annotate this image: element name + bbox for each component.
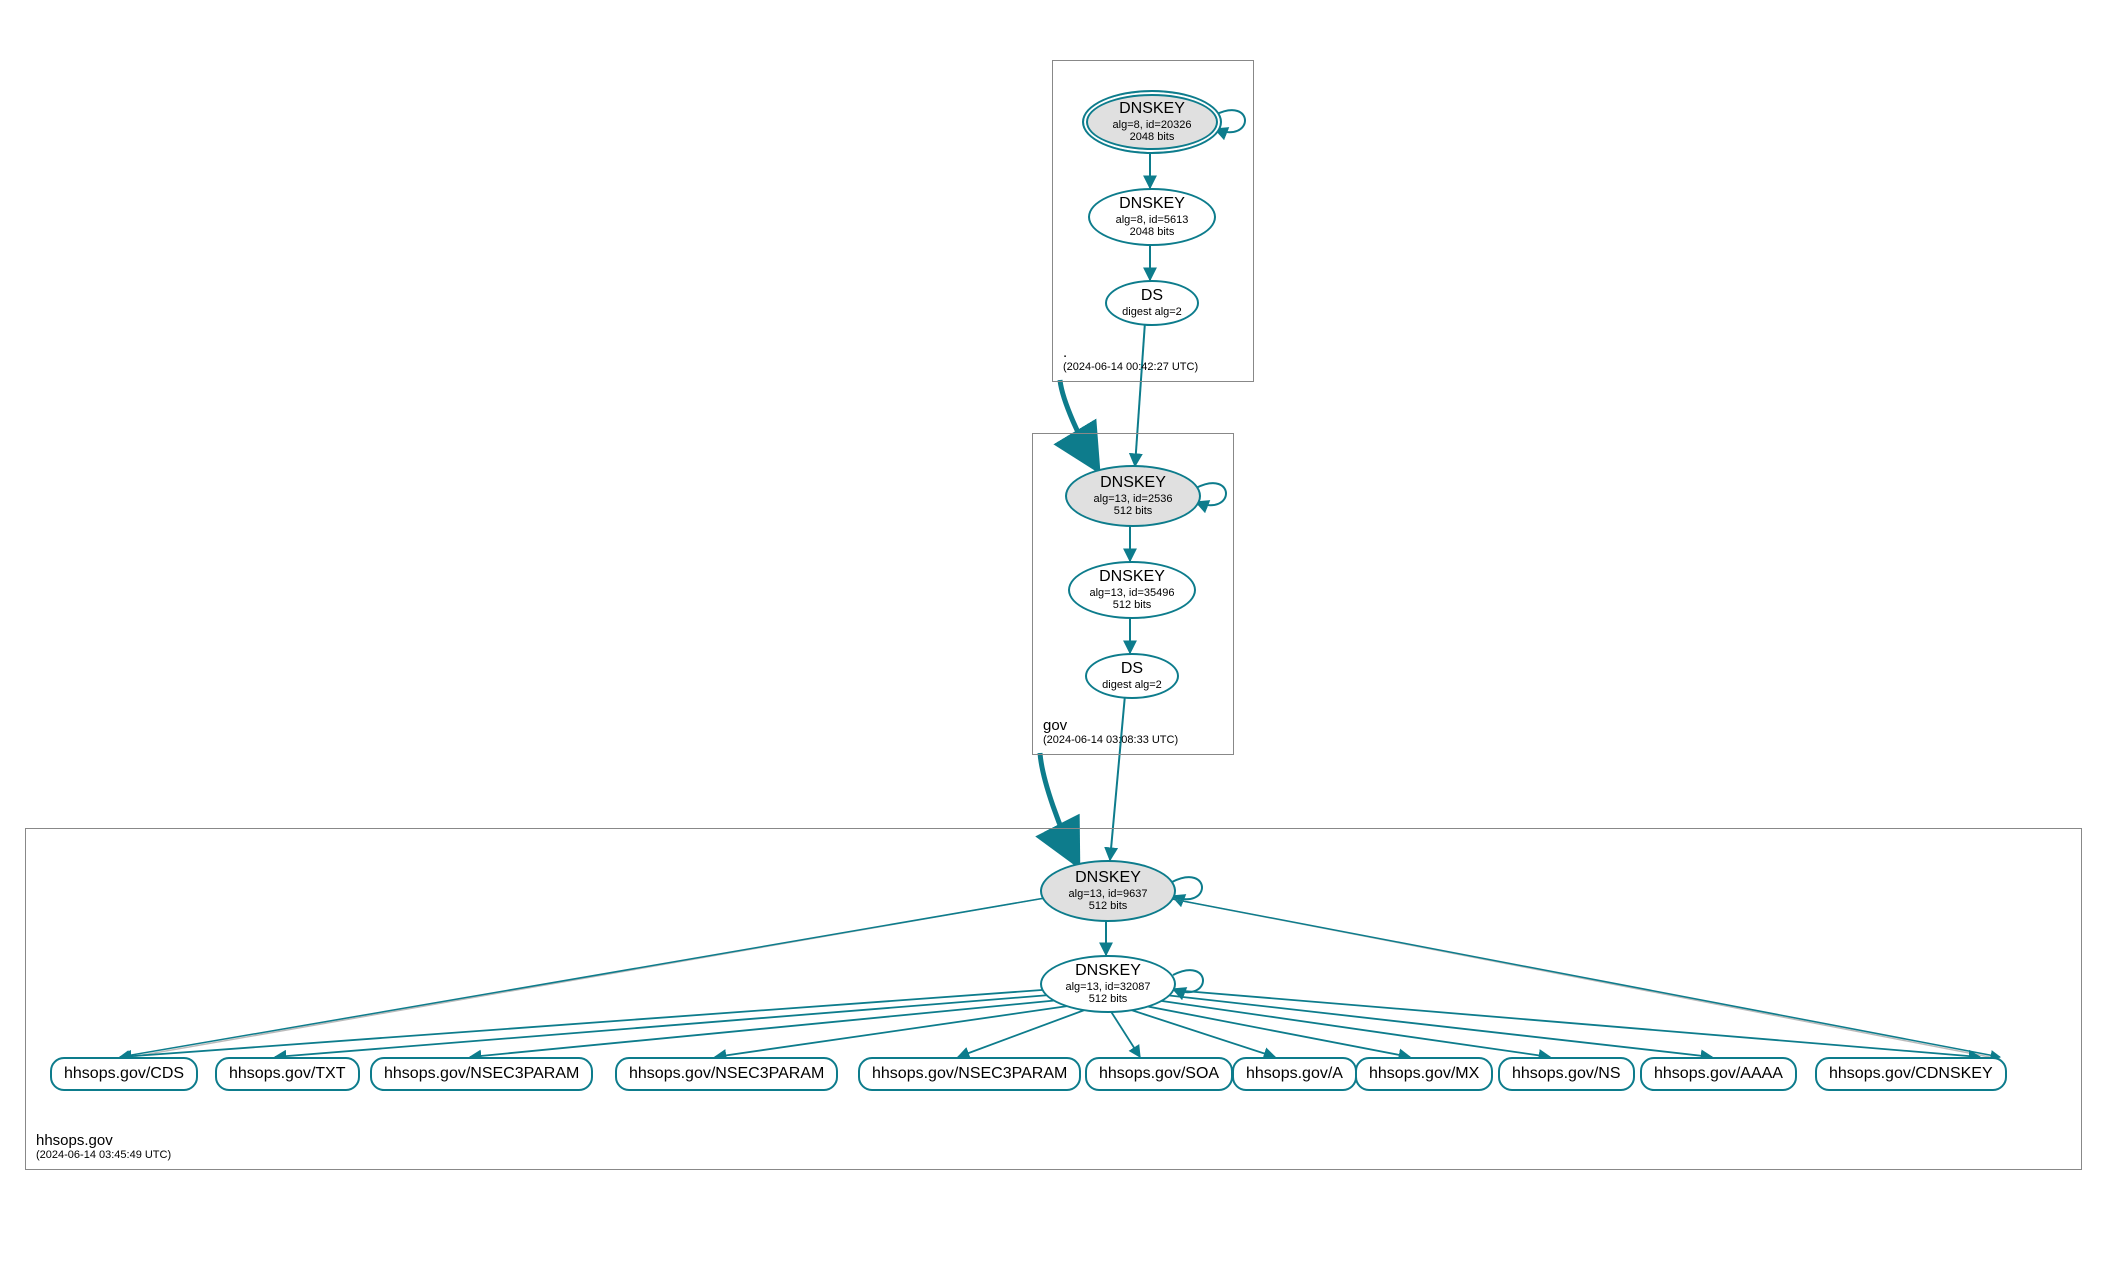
zone-root-label: . [1063,344,1198,361]
root-dnskey-zsk: DNSKEY alg=8, id=5613 2048 bits [1088,188,1216,246]
gov-ds: DS digest alg=2 [1085,653,1179,699]
gov-dnskey-zsk: DNSKEY alg=13, id=35496 512 bits [1068,561,1196,619]
record-cdnskey: hhsops.gov/CDNSKEY [1815,1057,2007,1091]
zone-domain-label: hhsops.gov [36,1132,171,1149]
dnssec-graph: . (2024-06-14 00:42:27 UTC) gov (2024-06… [20,20,2085,1258]
record-ns: hhsops.gov/NS [1498,1057,1635,1091]
record-a: hhsops.gov/A [1232,1057,1357,1091]
record-soa: hhsops.gov/SOA [1085,1057,1233,1091]
domain-dnskey-zsk: DNSKEY alg=13, id=32087 512 bits [1040,955,1176,1013]
zone-root-timestamp: (2024-06-14 00:42:27 UTC) [1063,361,1198,373]
record-cds: hhsops.gov/CDS [50,1057,198,1091]
gov-dnskey-ksk: DNSKEY alg=13, id=2536 512 bits [1065,465,1201,527]
zone-gov-label: gov [1043,717,1178,734]
domain-dnskey-ksk: DNSKEY alg=13, id=9637 512 bits [1040,860,1176,922]
root-ds: DS digest alg=2 [1105,280,1199,326]
record-nsec3param-1: hhsops.gov/NSEC3PARAM [370,1057,593,1091]
zone-domain-timestamp: (2024-06-14 03:45:49 UTC) [36,1149,171,1161]
record-aaaa: hhsops.gov/AAAA [1640,1057,1797,1091]
record-nsec3param-3: hhsops.gov/NSEC3PARAM [858,1057,1081,1091]
record-txt: hhsops.gov/TXT [215,1057,360,1091]
record-mx: hhsops.gov/MX [1355,1057,1493,1091]
record-nsec3param-2: hhsops.gov/NSEC3PARAM [615,1057,838,1091]
root-dnskey-ksk: DNSKEY alg=8, id=20326 2048 bits [1082,90,1222,154]
zone-gov-timestamp: (2024-06-14 03:08:33 UTC) [1043,734,1178,746]
